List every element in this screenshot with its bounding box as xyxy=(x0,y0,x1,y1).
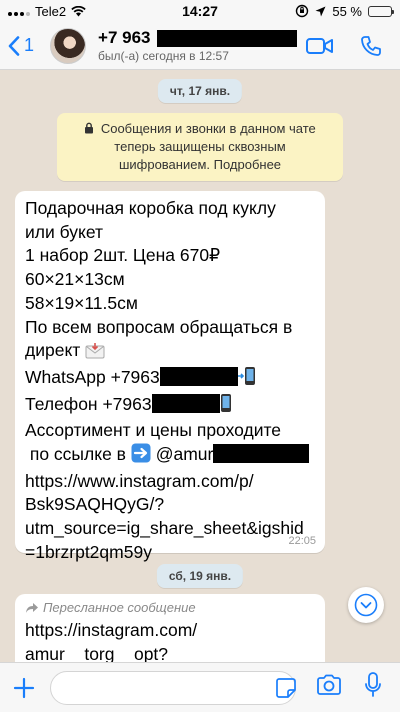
message-time: 22:05 xyxy=(288,535,316,547)
sticker-button[interactable] xyxy=(274,676,298,700)
message-line: или букет xyxy=(25,221,104,242)
back-unread-count: 1 xyxy=(24,35,35,55)
orientation-lock-icon xyxy=(296,4,309,18)
right-arrow-emoji-icon xyxy=(131,443,151,470)
message-link[interactable]: @amur xyxy=(156,444,214,464)
message-composer xyxy=(0,662,400,712)
microphone-button[interactable] xyxy=(364,672,382,703)
message-link[interactable]: Bsk9SAQHQyG/? xyxy=(25,493,315,517)
microphone-icon xyxy=(365,672,381,697)
attach-button[interactable] xyxy=(10,674,38,702)
message-link[interactable]: =1brzrpt2qm59y xyxy=(25,541,315,565)
status-bar: Tele2 14:27 55 % xyxy=(0,0,400,22)
forwarded-message-bubble[interactable]: Пересланное сообщение https://instagram.… xyxy=(15,594,325,662)
forwarded-label-text: Пересланное сообщение xyxy=(43,600,196,615)
message-line: Телефон +7963 xyxy=(25,393,315,420)
message-line: Ассортимент и цены проходите xyxy=(25,420,282,441)
forwarded-label: Пересланное сообщение xyxy=(25,600,315,615)
forward-arrow-icon xyxy=(26,602,38,613)
message-line: По всем вопросам обращаться в xyxy=(25,316,293,337)
phone-icon[interactable] xyxy=(360,35,382,57)
message-text: WhatsApp +7963 xyxy=(25,366,160,387)
message-link[interactable]: https://www.instagram.com/p/ xyxy=(25,470,315,494)
message-line: 1 набор 2шт. Цена 670₽ xyxy=(25,245,221,266)
contact-name: +7 963 xyxy=(98,28,306,48)
carrier-label: Tele2 xyxy=(35,3,67,19)
signal-icon xyxy=(8,6,30,16)
plus-icon xyxy=(13,677,35,698)
battery-percent: 55 % xyxy=(332,3,362,19)
mobile-phone-emoji-icon xyxy=(220,393,232,420)
header-actions xyxy=(306,35,382,57)
message-link[interactable]: https://instagram.com/ xyxy=(25,619,315,643)
message-text: директ xyxy=(25,340,81,361)
redacted-block xyxy=(151,393,220,413)
chat-header: 1 +7 963 был(-а) сегодня в 12:57 xyxy=(0,22,400,70)
message-bubble[interactable]: Подарочная коробка под куклу или букет 1… xyxy=(15,191,325,562)
chevron-down-icon xyxy=(354,593,378,617)
camera-icon xyxy=(317,674,341,695)
encryption-notice[interactable]: Сообщения и звонки в данном чате теперь … xyxy=(57,113,343,181)
message-link[interactable]: utm_source=ig_share_sheet&igshid xyxy=(25,517,315,541)
scroll-down-button[interactable] xyxy=(348,587,384,623)
contact-number: +7 963 xyxy=(98,28,151,47)
lock-icon xyxy=(84,121,101,136)
encryption-notice-text: Сообщения и звонки в данном чате теперь … xyxy=(100,121,316,172)
video-camera-icon[interactable] xyxy=(306,37,334,55)
redacted-block xyxy=(213,444,310,464)
message-line: WhatsApp +7963 xyxy=(25,366,315,393)
redacted-block xyxy=(156,29,297,47)
avatar[interactable] xyxy=(50,27,87,64)
chat-area[interactable]: чт, 17 янв. Сообщения и звонки в данном … xyxy=(0,70,400,662)
redacted-block xyxy=(159,366,238,386)
status-right: 55 % xyxy=(295,3,394,19)
camera-button[interactable] xyxy=(316,674,342,701)
battery-icon xyxy=(368,5,394,17)
contact-info[interactable]: +7 963 был(-а) сегодня в 12:57 xyxy=(98,28,306,63)
wifi-icon xyxy=(71,5,86,16)
date-separator: сб, 19 янв. xyxy=(156,564,244,588)
message-text: по ссылке в xyxy=(25,444,126,465)
status-left: Tele2 xyxy=(8,4,295,19)
last-seen-status: был(-а) сегодня в 12:57 xyxy=(98,49,229,63)
message-line: директ xyxy=(25,339,315,366)
chevron-left-icon xyxy=(8,35,20,56)
mobile-phone-emoji-icon xyxy=(237,366,256,393)
message-input[interactable] xyxy=(51,671,274,704)
back-button[interactable]: 1 xyxy=(8,35,34,56)
sticker-icon xyxy=(276,677,296,698)
date-separator: чт, 17 янв. xyxy=(157,79,243,103)
message-line: 60×21×13см xyxy=(25,269,125,290)
message-line: 58×19×11.5см xyxy=(25,292,138,313)
message-text: Телефон +7963 xyxy=(25,393,152,414)
message-line: Подарочная коробка под куклу xyxy=(25,198,276,218)
message-link[interactable]: amur__torg__opt? xyxy=(25,643,315,662)
envelope-emoji-icon xyxy=(85,342,105,366)
message-input-wrapper xyxy=(50,670,298,705)
location-icon xyxy=(315,6,326,16)
message-line: по ссылке в @amur xyxy=(25,443,315,470)
